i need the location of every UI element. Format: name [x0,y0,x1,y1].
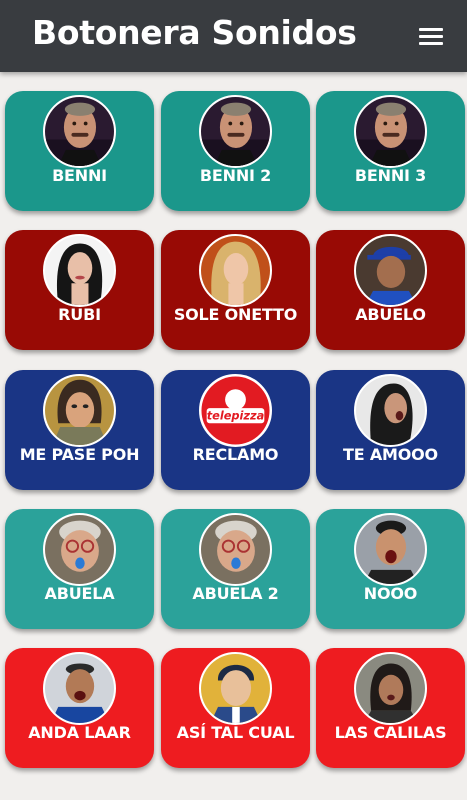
woman-shouting-portrait-icon [354,374,427,447]
woman-blonde-portrait-icon [199,234,272,307]
app-title: Botonera Sonidos [32,13,357,52]
sound-button-label: RECLAMO [192,445,279,464]
hamburger-menu-icon[interactable] [419,26,445,46]
telepizza-logo-icon: telepizza [199,374,272,447]
cartoon-man-portrait-icon [199,652,272,725]
sound-button-label: BENNI 3 [354,166,427,185]
sound-button-label: NOOO [363,584,418,603]
sound-button-4[interactable]: RUBI [5,230,154,350]
sound-button-label: ABUELO [355,305,426,324]
sound-button-label: ASÍ TAL CUAL [176,723,295,742]
woman-dark-hair-portrait-icon [43,234,116,307]
man-mustache-portrait-icon [354,95,427,168]
sound-button-9[interactable]: TE AMOOO [316,370,465,490]
sound-button-label: BENNI [52,166,107,185]
man-mustache-portrait-icon [199,95,272,168]
sound-button-12[interactable]: NOOO [316,509,465,629]
sound-button-8[interactable]: telepizza RECLAMO [161,370,310,490]
sound-button-3[interactable]: BENNI 3 [316,91,465,211]
sound-button-label: BENNI 2 [199,166,272,185]
sound-button-label: RUBI [58,305,101,324]
sound-button-14[interactable]: ASÍ TAL CUAL [161,648,310,768]
man-mustache-portrait-icon [43,95,116,168]
old-woman-tongue-portrait-icon [199,513,272,586]
sound-button-7[interactable]: ME PASE POH [5,370,154,490]
cartoon-woman-portrait-icon [43,374,116,447]
man-yelling-portrait-icon [43,652,116,725]
woman-crowd-portrait-icon [354,652,427,725]
sound-button-label: TE AMOOO [343,445,438,464]
sound-button-15[interactable]: LAS CALILAS [316,648,465,768]
sound-button-2[interactable]: BENNI 2 [161,91,310,211]
sound-button-label: ANDA LAAR [28,723,131,742]
sound-button-1[interactable]: BENNI [5,91,154,211]
app-bar: Botonera Sonidos [0,0,467,72]
sound-button-label: SOLE ONETTO [173,305,298,324]
sound-button-11[interactable]: ABUELA 2 [161,509,310,629]
old-woman-tongue-portrait-icon [43,513,116,586]
man-shouting-portrait-icon [354,513,427,586]
telepizza-logo-text: telepizza [207,408,265,422]
sound-button-6[interactable]: ABUELO [316,230,465,350]
sound-button-label: ABUELA 2 [192,584,279,603]
sound-button-10[interactable]: ABUELA [5,509,154,629]
old-man-cap-portrait-icon [354,234,427,307]
sound-button-label: ME PASE POH [19,445,140,464]
sound-button-label: ABUELA [44,584,115,603]
sound-button-label: LAS CALILAS [334,723,447,742]
sound-button-13[interactable]: ANDA LAAR [5,648,154,768]
sound-button-5[interactable]: SOLE ONETTO [161,230,310,350]
